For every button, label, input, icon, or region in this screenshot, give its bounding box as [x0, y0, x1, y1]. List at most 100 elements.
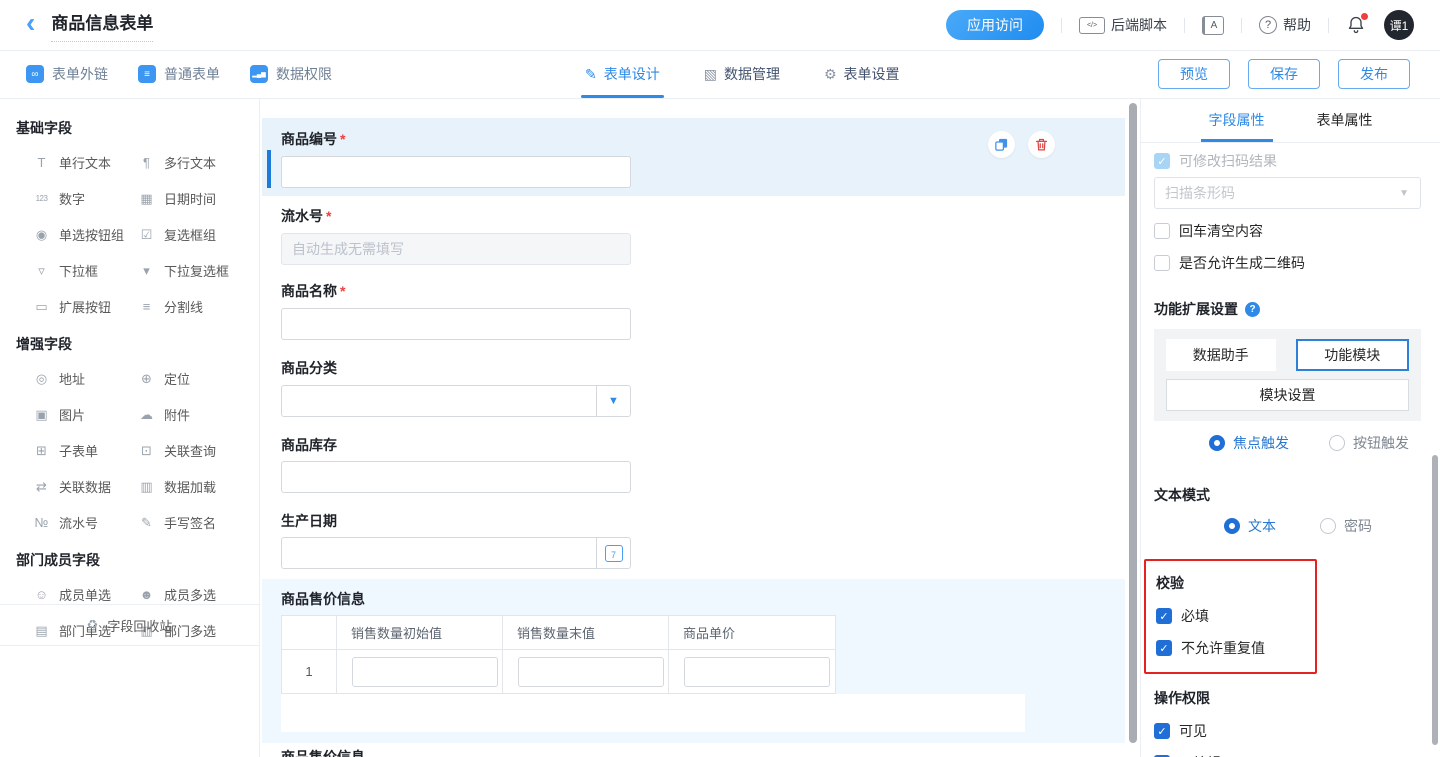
subform-card-price-info[interactable]: 商品售价信息 销售数量初始值 销售数量末值 商品单价 1 [262, 579, 1125, 743]
product-code-input[interactable] [281, 156, 631, 188]
sales-end-input[interactable] [518, 657, 664, 687]
canvas-scrollbar[interactable] [1129, 103, 1137, 743]
field-card-product-name[interactable]: 商品名称* [260, 283, 1140, 340]
field-item-dropdown-multi[interactable]: ▾下拉复选框 [138, 261, 259, 280]
select-suffix[interactable]: ▼ [596, 386, 630, 416]
tab-field-properties[interactable]: 字段属性 [1209, 98, 1265, 142]
data-assistant-button[interactable]: 数据助手 [1166, 339, 1276, 371]
app-access-button[interactable]: 应用访问 [946, 10, 1044, 40]
tab-form-design[interactable]: ✎ 表单设计 [585, 50, 660, 98]
field-item-multi-line-text[interactable]: ¶多行文本 [138, 153, 259, 172]
tab-data-management[interactable]: ▧ 数据管理 [704, 50, 780, 98]
field-item-label: 复选框组 [164, 225, 216, 244]
required-mark: * [340, 283, 345, 299]
save-button[interactable]: 保存 [1248, 59, 1320, 89]
stock-input[interactable] [281, 461, 631, 493]
members-icon: ☻ [138, 587, 155, 602]
back-icon[interactable]: ‹ [26, 9, 35, 37]
contacts-button[interactable]: A [1202, 16, 1224, 35]
field-card-serial[interactable]: 流水号* [260, 208, 1140, 265]
tab-form-settings[interactable]: ⚙ 表单设置 [824, 50, 900, 98]
subform-add-row-area[interactable] [281, 694, 1025, 732]
field-item-datetime[interactable]: ▦日期时间 [138, 189, 259, 208]
preview-button[interactable]: 预览 [1158, 59, 1230, 89]
panel-scrollbar[interactable] [1432, 455, 1438, 745]
field-card-stock[interactable]: 商品库存 [260, 437, 1140, 493]
clear-on-enter-row: 回车清空内容 [1154, 221, 1420, 241]
extension-section-title: 功能扩展设置 ? [1154, 299, 1420, 319]
field-item-number[interactable]: 123数字 [33, 189, 138, 208]
visible-checkbox[interactable] [1154, 723, 1170, 739]
tab-form-properties[interactable]: 表单属性 [1317, 98, 1373, 142]
button-trigger-option[interactable]: 按钮触发 [1329, 433, 1409, 453]
product-code-label: 商品编号 [281, 131, 337, 147]
button-trigger-radio[interactable] [1329, 435, 1345, 451]
production-date-input[interactable] [282, 538, 596, 568]
modify-scan-result-label: 可修改扫码结果 [1179, 151, 1277, 171]
member-icon: ☺ [33, 587, 50, 602]
unit-price-input[interactable] [684, 657, 830, 687]
clear-on-enter-checkbox[interactable] [1154, 223, 1170, 239]
field-label: 商品分类 [281, 360, 1140, 376]
text-radio[interactable] [1224, 518, 1240, 534]
help-icon[interactable]: ? [1245, 302, 1260, 317]
field-item-data-load[interactable]: ▥数据加载 [138, 477, 259, 496]
password-radio[interactable] [1320, 518, 1336, 534]
help-button[interactable]: ? 帮助 [1259, 15, 1311, 35]
field-item-signature[interactable]: ✎手写签名 [138, 513, 259, 532]
field-item-member-multi[interactable]: ☻成员多选 [138, 585, 259, 604]
field-recycle-bin-button[interactable]: ♻ 字段回收站 [0, 605, 259, 646]
field-item-image[interactable]: ▣图片 [33, 405, 138, 424]
field-item-dropdown[interactable]: ▿下拉框 [33, 261, 138, 280]
date-suffix[interactable]: 7 [596, 538, 630, 568]
category-input[interactable] [282, 386, 596, 416]
field-item-location[interactable]: ⊕定位 [138, 369, 259, 388]
date-picker[interactable]: 7 [281, 537, 631, 569]
field-item-linked-data[interactable]: ⇄关联数据 [33, 477, 138, 496]
field-card-product-code[interactable]: 商品编号* [262, 118, 1125, 196]
category-select[interactable]: ▼ [281, 385, 631, 417]
backend-script-button[interactable]: </> 后端脚本 [1079, 15, 1167, 35]
field-item-divider-line[interactable]: ≡分割线 [138, 297, 259, 316]
field-item-label: 关联数据 [59, 477, 111, 496]
field-item-checkbox-group[interactable]: ☑复选框组 [138, 225, 259, 244]
field-item-radio-group[interactable]: ◉单选按钮组 [33, 225, 138, 244]
password-option-label: 密码 [1344, 516, 1372, 536]
field-item-address[interactable]: ◎地址 [33, 369, 138, 388]
field-item-serial-number[interactable]: №流水号 [33, 513, 138, 532]
header-right: 应用访问 </> 后端脚本 A ? 帮助 [946, 10, 1440, 40]
no-duplicate-checkbox[interactable] [1156, 640, 1172, 656]
notification-button[interactable] [1346, 15, 1366, 35]
avatar[interactable]: 谭1 [1384, 10, 1414, 40]
field-card-production-date[interactable]: 生产日期 7 [260, 513, 1140, 569]
field-item-extend-button[interactable]: ▭扩展按钮 [33, 297, 138, 316]
field-item-member-single[interactable]: ☺成员单选 [33, 585, 138, 604]
table-cell [337, 650, 503, 694]
sales-start-input[interactable] [352, 657, 498, 687]
field-item-subform[interactable]: ⊞子表单 [33, 441, 138, 460]
focus-trigger-option[interactable]: 焦点触发 [1209, 433, 1289, 453]
required-checkbox[interactable] [1156, 608, 1172, 624]
product-name-input[interactable] [281, 308, 631, 340]
field-item-attachment[interactable]: ☁附件 [138, 405, 259, 424]
number-icon: 123 [33, 194, 50, 203]
data-load-icon: ▥ [138, 479, 155, 495]
function-module-button[interactable]: 功能模块 [1296, 339, 1410, 371]
delete-field-button[interactable] [1028, 131, 1055, 158]
allow-qrcode-checkbox[interactable] [1154, 255, 1170, 271]
password-option[interactable]: 密码 [1320, 516, 1372, 536]
text-option[interactable]: 文本 [1224, 516, 1276, 536]
scan-mode-select: 扫描条形码 ▼ [1154, 177, 1421, 209]
module-settings-button[interactable]: 模块设置 [1166, 379, 1409, 411]
focus-trigger-radio[interactable] [1209, 435, 1225, 451]
field-card-category[interactable]: 商品分类 ▼ [260, 360, 1140, 417]
data-permission-button[interactable]: ▂▄▆ 数据权限 [250, 64, 332, 84]
form-external-link-button[interactable]: ∞ 表单外链 [26, 64, 108, 84]
field-label: 商品库存 [281, 437, 1140, 453]
field-item-linked-query[interactable]: ⊡关联查询 [138, 441, 259, 460]
publish-button[interactable]: 发布 [1338, 59, 1410, 89]
copy-field-button[interactable] [988, 131, 1015, 158]
field-item-single-line-text[interactable]: T单行文本 [33, 153, 138, 172]
normal-form-button[interactable]: ≡ 普通表单 [138, 64, 220, 84]
page-title[interactable]: 商品信息表单 [51, 9, 153, 42]
